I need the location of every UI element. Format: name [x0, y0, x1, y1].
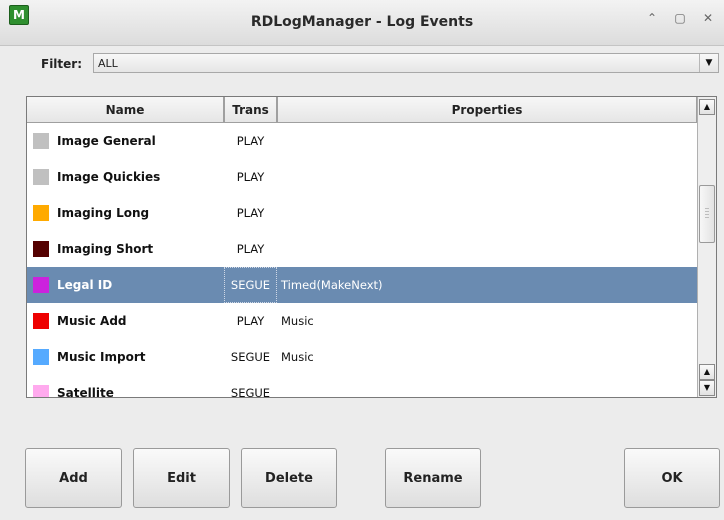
filter-dropdown[interactable]: ALL ▼ [93, 53, 719, 73]
cell-name: Image General [57, 134, 156, 148]
table-row[interactable]: Music Add PLAY Music [27, 303, 697, 339]
filter-label: Filter: [41, 57, 83, 71]
table-row[interactable]: Imaging Short PLAY [27, 231, 697, 267]
ok-button[interactable]: OK [624, 448, 720, 508]
delete-button[interactable]: Delete [241, 448, 337, 508]
chevron-down-icon[interactable]: ▼ [699, 54, 718, 72]
table-header: Name Trans Properties [27, 97, 697, 123]
cell-name: Legal ID [57, 278, 113, 292]
color-swatch [33, 349, 49, 365]
rename-button[interactable]: Rename [385, 448, 481, 508]
table-body: Image General PLAY Image Quickies PLAY Imagi… [27, 123, 697, 398]
title-bar[interactable]: M RDLogManager - Log Events ⌃ ▢ ✕ [0, 0, 724, 46]
cell-trans: PLAY [236, 242, 265, 256]
grip-icon [705, 208, 709, 220]
table-row[interactable]: Music Import SEGUE Music [27, 339, 697, 375]
close-icon[interactable]: ✕ [702, 12, 714, 24]
filter-value: ALL [98, 57, 118, 70]
events-table[interactable]: Name Trans Properties Image General PLAY I… [26, 96, 717, 398]
window-title: RDLogManager - Log Events [250, 14, 474, 30]
column-header-trans[interactable]: Trans [224, 97, 277, 123]
maximize-icon[interactable]: ▢ [674, 12, 686, 24]
table-row[interactable]: Image Quickies PLAY [27, 159, 697, 195]
table-row[interactable]: Legal ID SEGUE Timed(MakeNext) [27, 267, 697, 303]
table-row[interactable]: Imaging Long PLAY [27, 195, 697, 231]
scroll-up-button[interactable]: ▲ [699, 364, 715, 380]
column-header-properties[interactable]: Properties [277, 97, 697, 123]
cell-trans: PLAY [236, 314, 265, 328]
add-button[interactable]: Add [25, 448, 122, 508]
column-header-name[interactable]: Name [27, 97, 224, 123]
cell-properties: Timed(MakeNext) [281, 278, 383, 292]
color-swatch [33, 313, 49, 329]
log-events-window: M RDLogManager - Log Events ⌃ ▢ ✕ Filter… [0, 0, 724, 520]
table-row[interactable]: Satellite SEGUE [27, 375, 697, 398]
color-swatch [33, 241, 49, 257]
color-swatch [33, 277, 49, 293]
color-swatch [33, 205, 49, 221]
edit-button[interactable]: Edit [133, 448, 230, 508]
cell-name: Music Add [57, 314, 127, 328]
table-row[interactable]: Image General PLAY [27, 123, 697, 159]
cell-name: Imaging Short [57, 242, 154, 256]
cell-name: Satellite [57, 386, 114, 398]
cell-trans: PLAY [236, 206, 265, 220]
cell-trans: PLAY [236, 170, 265, 184]
color-swatch [33, 385, 49, 397]
cell-properties: Music [281, 350, 314, 364]
scroll-down-button[interactable]: ▼ [699, 380, 715, 396]
window-controls: ⌃ ▢ ✕ [646, 12, 714, 24]
cell-name: Image Quickies [57, 170, 161, 184]
cell-trans: PLAY [236, 134, 265, 148]
vertical-scrollbar[interactable]: ▲ ▲ ▼ [697, 97, 716, 397]
cell-name: Imaging Long [57, 206, 150, 220]
cell-trans: SEGUE [230, 350, 271, 364]
cell-properties: Music [281, 314, 314, 328]
color-swatch [33, 169, 49, 185]
shade-icon[interactable]: ⌃ [646, 12, 658, 24]
color-swatch [33, 133, 49, 149]
cell-trans: SEGUE [230, 386, 271, 398]
cell-name: Music Import [57, 350, 146, 364]
cell-trans: SEGUE [224, 267, 277, 303]
scrollbar-thumb[interactable] [699, 185, 715, 243]
scroll-up-arrow-icon[interactable]: ▲ [699, 99, 715, 115]
